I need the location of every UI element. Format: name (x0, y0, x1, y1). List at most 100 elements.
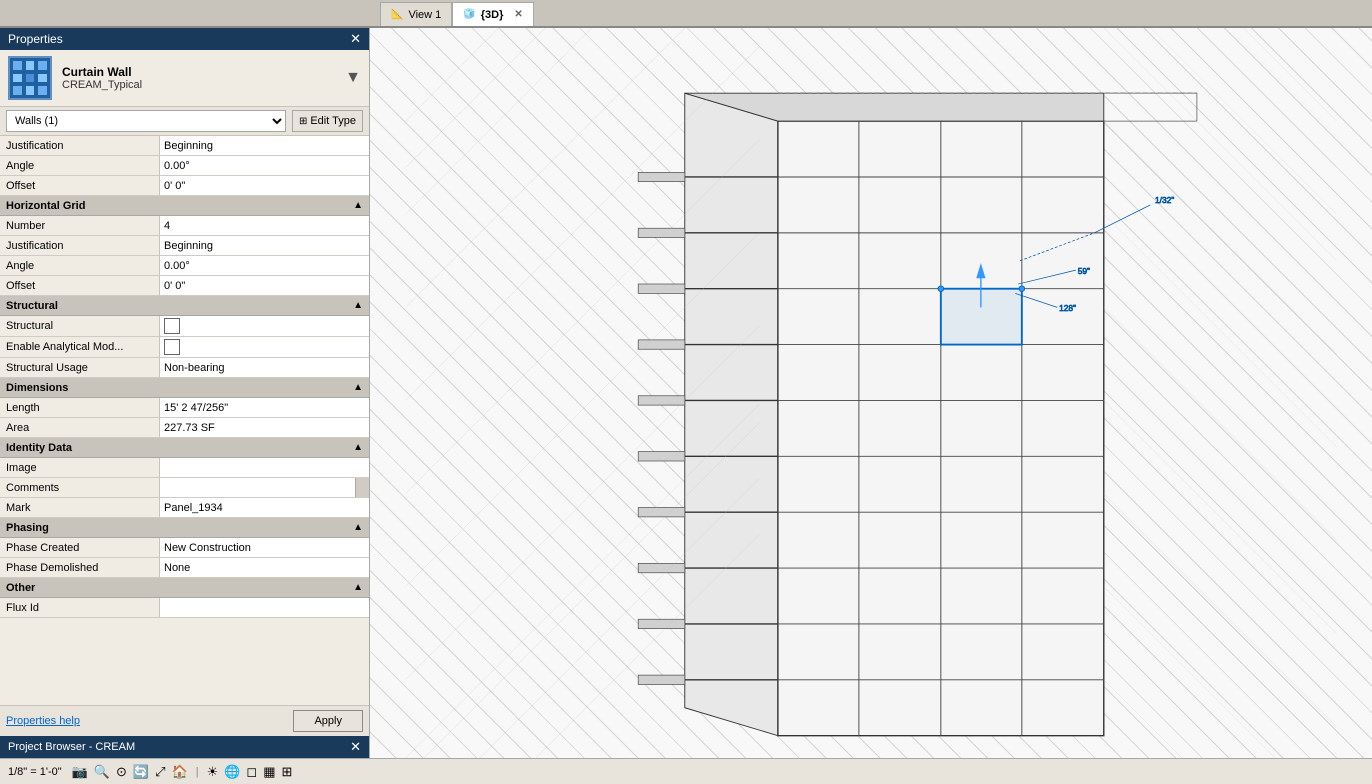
tab-bar: 📐 View 1 🧊 {3D} ✕ (0, 0, 1372, 28)
scale-text: 1/8" = 1'-0" (8, 766, 62, 778)
properties-table[interactable]: Justification Beginning Angle 0.00° Offs… (0, 136, 369, 705)
prop-label: Structural Usage (0, 358, 160, 377)
viewport[interactable]: 1/32" 59" 128" (370, 28, 1372, 758)
tool-icon-5[interactable]: 🏠 (172, 764, 188, 780)
section-collapse-icon: ▲ (353, 200, 363, 211)
tool-icon-1[interactable]: 🔍 (94, 764, 110, 780)
section-collapse-dimensions-icon: ▲ (353, 382, 363, 393)
tab-3d-label: {3D} (481, 9, 504, 21)
prop-value[interactable]: Beginning (160, 236, 369, 255)
section-header-horizontal-grid[interactable]: Horizontal Grid ▲ (0, 196, 369, 216)
prop-label: Flux Id (0, 598, 160, 617)
prop-value[interactable]: None (160, 558, 369, 577)
prop-value[interactable]: 0.00° (160, 156, 369, 175)
prop-label: Angle (0, 156, 160, 175)
prop-label: Offset (0, 176, 160, 195)
prop-value[interactable] (160, 478, 369, 497)
prop-label: Area (0, 418, 160, 437)
section-collapse-identity-icon: ▲ (353, 442, 363, 453)
prop-row-phase-created: Phase Created New Construction (0, 538, 369, 558)
prop-value[interactable] (160, 316, 369, 336)
prop-label: Justification (0, 236, 160, 255)
section-label-other: Other (6, 582, 35, 594)
prop-value[interactable]: 15' 2 47/256" (160, 398, 369, 417)
element-icon (8, 56, 52, 100)
section-header-dimensions[interactable]: Dimensions ▲ (0, 378, 369, 398)
tool-icon-10[interactable]: ⊞ (282, 764, 293, 780)
prop-label: Phase Demolished (0, 558, 160, 577)
prop-label: Number (0, 216, 160, 235)
section-collapse-other-icon: ▲ (353, 582, 363, 593)
prop-value[interactable]: 0' 0" (160, 276, 369, 295)
properties-help-link[interactable]: Properties help (6, 715, 80, 727)
scale-bar: 1/8" = 1'-0" 📷 🔍 ⊙ 🔄 ⤢ 🏠 | ☀ 🌐 ◻ ▦ ⊞ (0, 758, 1372, 784)
prop-row-image: Image (0, 458, 369, 478)
project-browser-close-icon[interactable]: ✕ (350, 739, 361, 755)
edit-type-icon: ⊞ (299, 116, 307, 127)
prop-row-offset-1: Offset 0' 0" (0, 176, 369, 196)
prop-row-offset-2: Offset 0' 0" (0, 276, 369, 296)
prop-value[interactable] (160, 337, 369, 357)
edit-type-label: Edit Type (310, 115, 356, 127)
section-header-structural[interactable]: Structural ▲ (0, 296, 369, 316)
tool-icon-2[interactable]: ⊙ (116, 764, 127, 780)
dropdown-arrow-icon[interactable]: ▼ (345, 69, 361, 87)
tab-3d[interactable]: 🧊 {3D} ✕ (452, 2, 533, 26)
app-container: 📐 View 1 🧊 {3D} ✕ Properties ✕ (0, 0, 1372, 784)
prop-label: Image (0, 458, 160, 477)
apply-button[interactable]: Apply (293, 710, 363, 732)
tab-3d-close[interactable]: ✕ (514, 9, 522, 20)
tool-icon-4[interactable]: ⤢ (155, 764, 165, 780)
svg-text:1/32": 1/32" (1155, 195, 1174, 205)
section-collapse-phasing-icon: ▲ (353, 522, 363, 533)
prop-row-justification-2: Justification Beginning (0, 236, 369, 256)
prop-value[interactable]: 0.00° (160, 256, 369, 275)
scale-icon-box: 📷 (72, 764, 88, 780)
tool-icon-8[interactable]: ◻ (246, 764, 257, 780)
tab-view1-label: View 1 (408, 9, 441, 21)
prop-label: Justification (0, 136, 160, 155)
prop-label: Enable Analytical Mod... (0, 337, 160, 357)
prop-value[interactable]: 4 (160, 216, 369, 235)
panel-close-icon[interactable]: ✕ (350, 31, 361, 47)
prop-value[interactable] (160, 458, 369, 477)
section-header-identity[interactable]: Identity Data ▲ (0, 438, 369, 458)
tool-icon-7[interactable]: 🌐 (224, 764, 240, 780)
prop-value[interactable]: 227.73 SF (160, 418, 369, 437)
prop-value[interactable]: Panel_1934 (160, 498, 369, 517)
prop-value[interactable]: 0' 0" (160, 176, 369, 195)
section-label-structural: Structural (6, 300, 58, 312)
section-label-identity: Identity Data (6, 442, 72, 454)
edit-type-button[interactable]: ⊞ Edit Type (292, 110, 363, 132)
prop-label: Mark (0, 498, 160, 517)
prop-value[interactable]: New Construction (160, 538, 369, 557)
prop-label: Offset (0, 276, 160, 295)
tab-view1-icon: 📐 (391, 9, 403, 20)
tab-view1[interactable]: 📐 View 1 (380, 2, 452, 26)
prop-value[interactable]: Beginning (160, 136, 369, 155)
svg-text:128": 128" (1059, 303, 1076, 313)
prop-row-structural: Structural (0, 316, 369, 337)
prop-row-structural-usage: Structural Usage Non-bearing (0, 358, 369, 378)
tab-3d-icon: 🧊 (463, 9, 475, 20)
prop-label: Length (0, 398, 160, 417)
prop-row-area: Area 227.73 SF (0, 418, 369, 438)
prop-label: Phase Created (0, 538, 160, 557)
prop-value[interactable]: Non-bearing (160, 358, 369, 377)
panel-header: Properties ✕ (0, 28, 369, 50)
prop-row-flux-id: Flux Id (0, 598, 369, 618)
tool-icon-6[interactable]: ☀ (207, 764, 219, 780)
tool-separator: | (196, 766, 199, 778)
section-header-other[interactable]: Other ▲ (0, 578, 369, 598)
section-label-phasing: Phasing (6, 522, 49, 534)
prop-row-number: Number 4 (0, 216, 369, 236)
svg-text:59": 59" (1078, 266, 1090, 276)
prop-label: Comments (0, 478, 160, 497)
prop-row-mark: Mark Panel_1934 (0, 498, 369, 518)
section-header-phasing[interactable]: Phasing ▲ (0, 518, 369, 538)
tool-icon-9[interactable]: ▦ (263, 764, 275, 780)
selector-row: Walls (1) ⊞ Edit Type (0, 107, 369, 136)
tool-icon-3[interactable]: 🔄 (133, 764, 149, 780)
prop-value[interactable] (160, 598, 369, 617)
walls-selector[interactable]: Walls (1) (6, 110, 286, 132)
